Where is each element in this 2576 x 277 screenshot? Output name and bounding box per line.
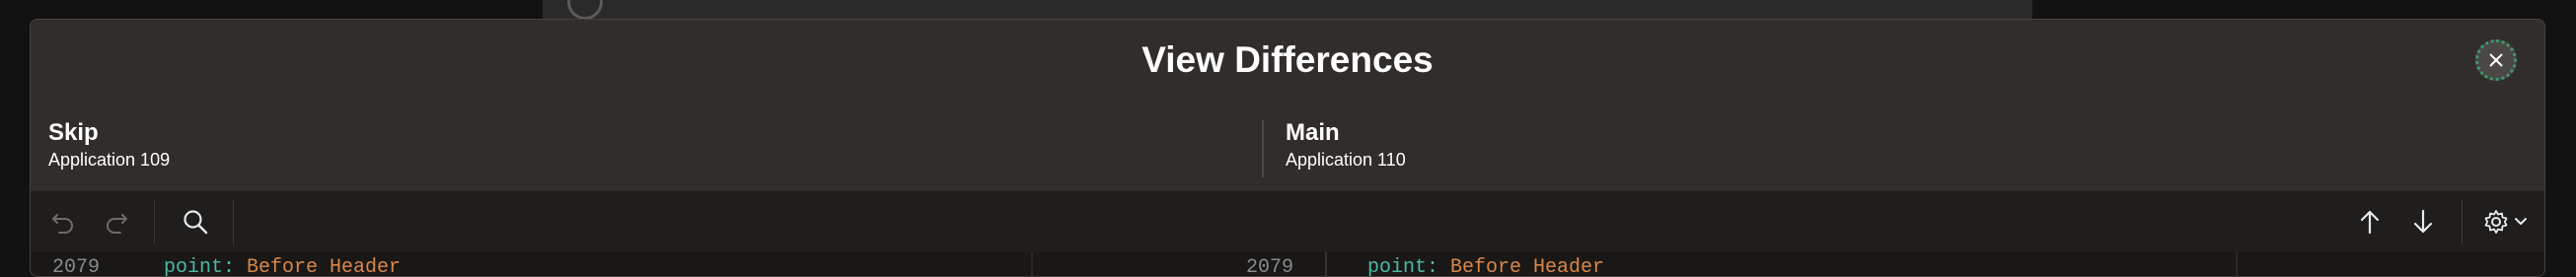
background-page bbox=[543, 0, 2032, 20]
gutter-separator bbox=[1325, 252, 1327, 276]
right-code-line: point: Before Header bbox=[1367, 256, 1605, 277]
dialog-title: View Differences bbox=[1141, 39, 1434, 80]
header-divider bbox=[1262, 120, 1264, 177]
arrow-up-icon bbox=[2360, 210, 2380, 235]
left-source-name: Skip bbox=[48, 119, 99, 146]
right-source-name: Main bbox=[1286, 119, 1340, 146]
settings-menu-button[interactable] bbox=[2475, 191, 2535, 252]
close-button[interactable] bbox=[2475, 39, 2517, 81]
toolbar-separator bbox=[2462, 199, 2463, 244]
view-differences-dialog: View Differences Skip Application 109 Ma… bbox=[30, 19, 2545, 277]
diff-content: 2079 point: Before Header 2079 point: Be… bbox=[31, 252, 2544, 277]
redo-icon bbox=[107, 214, 127, 234]
chevron-down-icon bbox=[2515, 218, 2527, 225]
left-source-app: Application 109 bbox=[48, 150, 171, 170]
left-source-header: Skip Application 109 bbox=[48, 118, 170, 171]
right-code-key: point: bbox=[1367, 256, 1439, 277]
left-line-number: 2079 bbox=[52, 256, 101, 277]
column-separator bbox=[1031, 252, 1033, 276]
right-source-header: Main Application 110 bbox=[1286, 118, 1406, 171]
redo-button[interactable] bbox=[94, 191, 139, 252]
undo-icon bbox=[52, 214, 73, 234]
undo-button[interactable] bbox=[40, 191, 86, 252]
right-source-app: Application 110 bbox=[1286, 150, 1406, 170]
column-separator bbox=[2236, 252, 2238, 276]
previous-difference-button[interactable] bbox=[2345, 191, 2394, 252]
close-icon bbox=[2489, 53, 2503, 67]
search-icon bbox=[184, 210, 208, 235]
gear-icon bbox=[2484, 210, 2508, 234]
right-line-number: 2079 bbox=[1246, 256, 1294, 277]
search-button[interactable] bbox=[171, 191, 220, 252]
left-code-value: Before Header bbox=[247, 256, 402, 277]
arrow-down-icon bbox=[2413, 209, 2433, 234]
toolbar-separator bbox=[233, 199, 234, 244]
left-code-key: point: bbox=[164, 256, 236, 277]
toolbar-separator bbox=[154, 199, 155, 244]
left-code-line: point: Before Header bbox=[164, 256, 402, 277]
diff-toolbar bbox=[31, 190, 2544, 253]
next-difference-button[interactable] bbox=[2398, 191, 2448, 252]
right-code-value: Before Header bbox=[1450, 256, 1605, 277]
